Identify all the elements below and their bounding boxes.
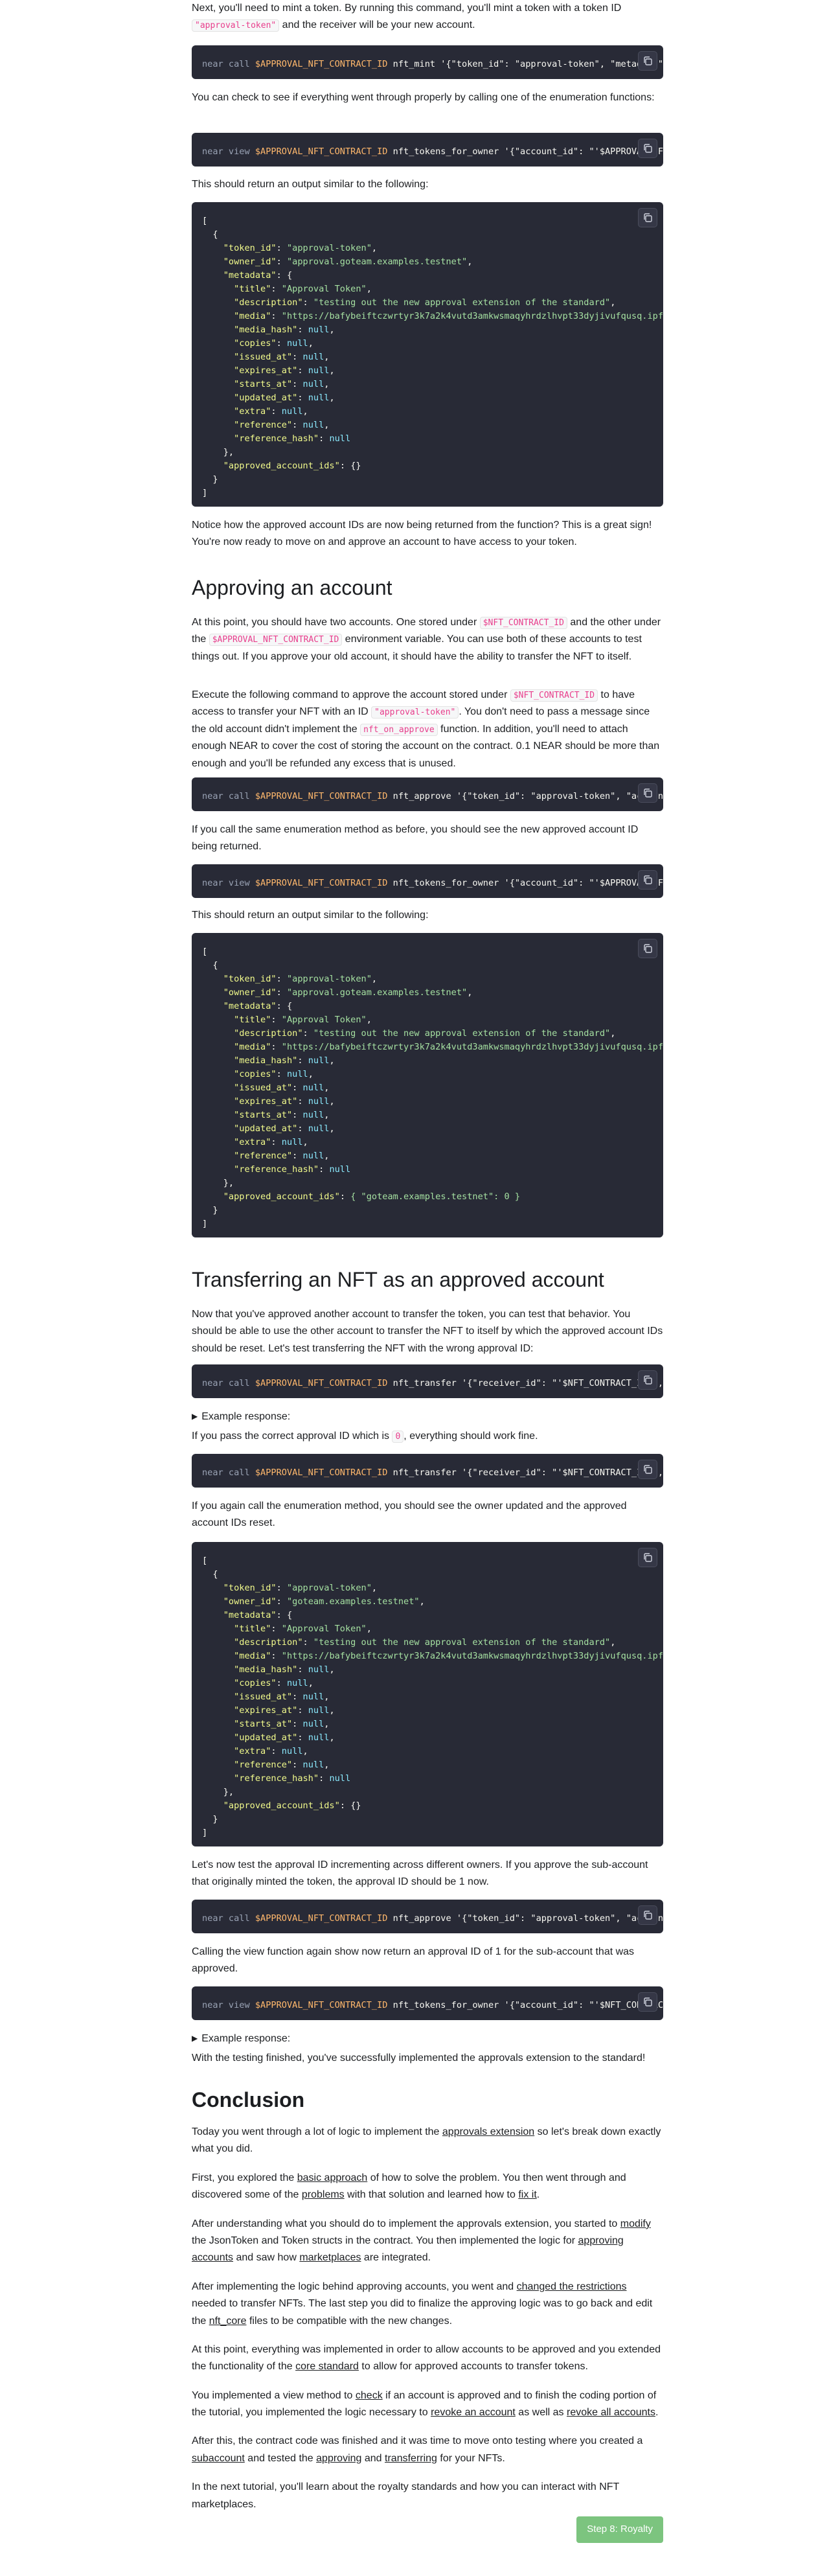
code-block-view: near view $APPROVAL_NFT_CONTRACT_ID nft_… [192,1986,663,2020]
example-response-toggle[interactable]: ▶ Example response: [192,1409,663,1425]
inline-code: 0 [392,1431,404,1443]
copy-button[interactable] [638,1992,657,2012]
copy-icon [644,1911,652,1920]
code-block-output: [ { "token_id": "approval-token", "owner… [192,202,663,507]
paragraph: Today you went through a lot of logic to… [192,2126,661,2155]
copy-button[interactable] [638,139,657,158]
code-block-transfer: near call $APPROVAL_NFT_CONTRACT_ID nft_… [192,1364,663,1398]
link-core-standard[interactable]: core standard [295,2361,359,2372]
link-approvals-extension[interactable]: approvals extension [442,2126,534,2137]
inline-code: $APPROVAL_NFT_CONTRACT_ID [209,634,343,647]
inline-code: "approval-token" [192,19,280,32]
section-heading-approving: Approving an account [192,576,392,599]
link-changed-restrictions[interactable]: changed the restrictions [517,2281,627,2292]
link-transferring[interactable]: transferring [385,2453,437,2464]
copy-icon [644,1997,652,2007]
paragraph: Next, you'll need to mint a token. By ru… [192,3,622,32]
code-block-view: near view $APPROVAL_NFT_CONTRACT_ID nft_… [192,864,663,898]
link-basic-approach[interactable]: basic approach [297,2172,368,2183]
code-block-transfer: near call $APPROVAL_NFT_CONTRACT_ID nft_… [192,1454,663,1488]
paragraph: This should return an output similar to … [192,910,429,921]
paragraph: You implemented a view method to check i… [192,2389,659,2419]
paragraph: This should return an output similar to … [192,179,429,190]
inline-code: nft_on_approve [360,723,438,736]
paragraph: Let's now test the approval ID increment… [192,1859,648,1888]
code-block-output: [ { "token_id": "approval-token", "owner… [192,1542,663,1846]
paragraph: If you pass the correct approval ID whic… [192,1431,538,1443]
link-nft-core[interactable]: nft_core [209,2316,247,2327]
copy-icon [644,213,652,222]
paragraph: Now that you've approved another account… [192,1309,663,1354]
paragraph: You can check to see if everything went … [192,92,655,103]
paragraph: After implementing the logic behind appr… [192,2281,653,2327]
copy-button[interactable] [638,1460,657,1479]
code-block-approve: near call $APPROVAL_NFT_CONTRACT_ID nft_… [192,777,663,811]
link-revoke-an-account[interactable]: revoke an account [431,2407,516,2418]
copy-icon [644,875,652,884]
paragraph: At this point, you should have two accou… [192,617,661,662]
link-problems[interactable]: problems [302,2189,345,2200]
example-response-toggle[interactable]: ▶ Example response: [192,2030,663,2047]
link-fix-it[interactable]: fix it [518,2189,536,2200]
copy-button[interactable] [638,51,657,71]
code-block-output: [ { "token_id": "approval-token", "owner… [192,933,663,1237]
copy-icon [644,56,652,65]
paragraph: First, you explored the basic approach o… [192,2172,626,2201]
copy-button[interactable] [638,783,657,803]
disclosure-triangle-icon: ▶ [192,2034,198,2043]
copy-button[interactable] [638,939,657,958]
copy-button[interactable] [638,1905,657,1925]
link-marketplaces[interactable]: marketplaces [299,2252,361,2263]
disclosure-triangle-icon: ▶ [192,1412,198,1421]
paragraph: In the next tutorial, you'll learn about… [192,2481,620,2510]
copy-icon [644,788,652,798]
paragraph: Notice how the approved account IDs are … [192,520,652,548]
copy-button[interactable] [638,870,657,890]
code-block-approve: near call $APPROVAL_NFT_CONTRACT_ID nft_… [192,1900,663,1933]
inline-code: $NFT_CONTRACT_ID [479,617,567,629]
paragraph: At this point, everything was implemente… [192,2343,661,2373]
copy-button[interactable] [638,208,657,227]
paragraph: After understanding what you should do t… [192,2218,651,2264]
copy-icon [644,144,652,153]
next-step-button[interactable]: Step 8: Royalty [576,2516,663,2543]
paragraph: With the testing finished, you've succes… [192,2053,646,2064]
code-block-mint: near call $APPROVAL_NFT_CONTRACT_ID nft_… [192,45,663,79]
paragraph: If you again call the enumeration method… [192,1501,627,1529]
copy-icon [644,1553,652,1562]
code-block-view: near view $APPROVAL_NFT_CONTRACT_ID nft_… [192,133,663,167]
copy-icon [644,1375,652,1385]
section-heading-conclusion: Conclusion [192,2088,305,2111]
link-approving[interactable]: approving [316,2453,361,2464]
paragraph: Execute the following command to approve… [192,689,660,769]
inline-code: "approval-token" [371,706,459,719]
copy-icon [644,1465,652,1474]
section-heading-transferring: Transferring an NFT as an approved accou… [192,1268,604,1291]
link-revoke-all-accounts[interactable]: revoke all accounts [567,2407,655,2418]
link-subaccount[interactable]: subaccount [192,2453,245,2464]
paragraph: If you call the same enumeration method … [192,824,639,853]
copy-icon [644,944,652,953]
copy-button[interactable] [638,1548,657,1567]
link-check[interactable]: check [356,2390,383,2401]
inline-code: $NFT_CONTRACT_ID [510,689,598,702]
link-modify[interactable]: modify [620,2218,651,2229]
copy-button[interactable] [638,1370,657,1390]
intro-section: Next, you'll need to mint a token. By ru… [192,0,663,46]
paragraph: After this, the contract code was finish… [192,2435,643,2464]
paragraph: Calling the view function again show now… [192,1946,635,1975]
